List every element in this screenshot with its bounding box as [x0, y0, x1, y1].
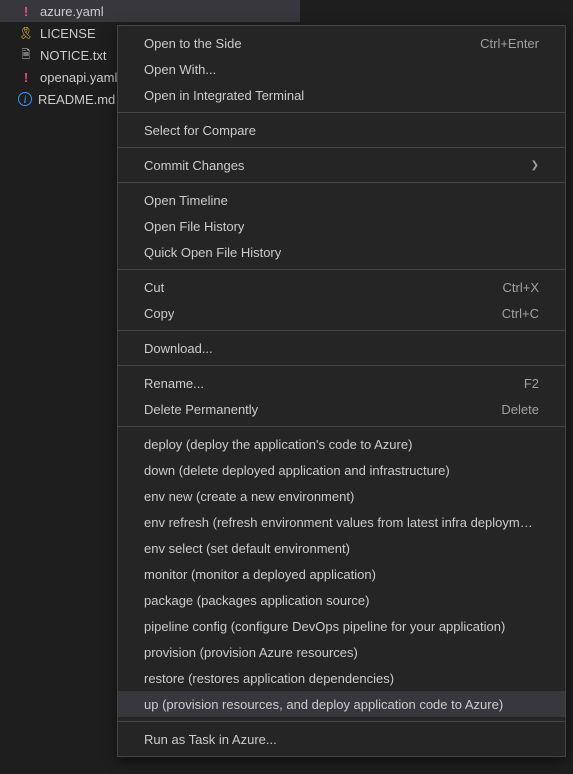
- menu-item-shortcut: Ctrl+Enter: [480, 36, 539, 51]
- menu-item-label: Download...: [144, 341, 213, 356]
- file-label: NOTICE.txt: [40, 48, 106, 63]
- menu-item-monitor-monitor-a[interactable]: monitor (monitor a deployed application): [118, 561, 565, 587]
- yaml-icon: !: [18, 3, 34, 19]
- file-item-azure-yaml[interactable]: ! azure.yaml: [0, 0, 300, 22]
- menu-item-label: monitor (monitor a deployed application): [144, 567, 376, 582]
- menu-separator: [118, 147, 565, 148]
- menu-item-label: pipeline config (configure DevOps pipeli…: [144, 619, 505, 634]
- menu-separator: [118, 182, 565, 183]
- menu-item-label: Run as Task in Azure...: [144, 732, 277, 747]
- menu-item-label: up (provision resources, and deploy appl…: [144, 697, 503, 712]
- menu-item-label: Commit Changes: [144, 158, 244, 173]
- menu-separator: [118, 426, 565, 427]
- menu-item-label: Open With...: [144, 62, 216, 77]
- menu-item-label: down (delete deployed application and in…: [144, 463, 450, 478]
- menu-separator: [118, 330, 565, 331]
- menu-item-package-packages-application[interactable]: package (packages application source): [118, 587, 565, 613]
- menu-item-label: provision (provision Azure resources): [144, 645, 358, 660]
- menu-item-label: Delete Permanently: [144, 402, 258, 417]
- menu-item-label: Select for Compare: [144, 123, 256, 138]
- menu-item-label: Open Timeline: [144, 193, 228, 208]
- menu-item-delete-permanently[interactable]: Delete Permanently Delete: [118, 396, 565, 422]
- menu-item-open-timeline[interactable]: Open Timeline: [118, 187, 565, 213]
- menu-separator: [118, 365, 565, 366]
- menu-item-commit-changes[interactable]: Commit Changes ❯: [118, 152, 565, 178]
- menu-item-shortcut: Ctrl+C: [502, 306, 539, 321]
- menu-item-env-new-create[interactable]: env new (create a new environment): [118, 483, 565, 509]
- menu-item-label: Rename...: [144, 376, 204, 391]
- context-menu: Open to the Side Ctrl+Enter Open With... Op…: [117, 25, 566, 757]
- menu-item-provision-provision-azure[interactable]: provision (provision Azure resources): [118, 639, 565, 665]
- menu-item-open-to-the[interactable]: Open to the Side Ctrl+Enter: [118, 30, 565, 56]
- menu-item-env-select-set[interactable]: env select (set default environment): [118, 535, 565, 561]
- menu-item-label: Open to the Side: [144, 36, 242, 51]
- menu-item-label: Open in Integrated Terminal: [144, 88, 304, 103]
- menu-item-shortcut: F2: [524, 376, 539, 391]
- menu-item-label: restore (restores application dependenci…: [144, 671, 394, 686]
- menu-item-label: Cut: [144, 280, 164, 295]
- menu-separator: [118, 269, 565, 270]
- menu-item-run-as-task[interactable]: Run as Task in Azure...: [118, 726, 565, 752]
- menu-item-open-with[interactable]: Open With...: [118, 56, 565, 82]
- menu-item-shortcut: Ctrl+X: [503, 280, 539, 295]
- chevron-right-icon: ❯: [531, 160, 539, 171]
- menu-item-label: Quick Open File History: [144, 245, 281, 260]
- menu-item-label: deploy (deploy the application's code to…: [144, 437, 412, 452]
- menu-item-label: env refresh (refresh environment values …: [144, 515, 539, 530]
- menu-item-label: package (packages application source): [144, 593, 369, 608]
- file-label: azure.yaml: [40, 4, 104, 19]
- menu-item-down-delete-deployed[interactable]: down (delete deployed application and in…: [118, 457, 565, 483]
- menu-separator: [118, 112, 565, 113]
- menu-item-copy[interactable]: Copy Ctrl+C: [118, 300, 565, 326]
- menu-item-quick-open-file[interactable]: Quick Open File History: [118, 239, 565, 265]
- menu-item-env-refresh-refresh[interactable]: env refresh (refresh environment values …: [118, 509, 565, 535]
- menu-item-up-provision-resources[interactable]: up (provision resources, and deploy appl…: [118, 691, 565, 717]
- menu-item-shortcut: Delete: [501, 402, 539, 417]
- file-label: README.md: [38, 92, 115, 107]
- menu-item-label: Open File History: [144, 219, 244, 234]
- file-label: LICENSE: [40, 26, 96, 41]
- menu-item-restore-restores-application[interactable]: restore (restores application dependenci…: [118, 665, 565, 691]
- menu-item-pipeline-config-configure[interactable]: pipeline config (configure DevOps pipeli…: [118, 613, 565, 639]
- menu-item-download[interactable]: Download...: [118, 335, 565, 361]
- file-label: openapi.yaml: [40, 70, 117, 85]
- info-icon: i: [18, 92, 32, 106]
- menu-separator: [118, 721, 565, 722]
- menu-item-open-file-history[interactable]: Open File History: [118, 213, 565, 239]
- menu-item-rename[interactable]: Rename... F2: [118, 370, 565, 396]
- license-icon: 🎗: [18, 25, 34, 41]
- menu-item-label: env select (set default environment): [144, 541, 350, 556]
- menu-item-label: Copy: [144, 306, 174, 321]
- txt-icon: 🗎: [18, 47, 34, 63]
- menu-item-deploy-deploy-the[interactable]: deploy (deploy the application's code to…: [118, 431, 565, 457]
- yaml-icon: !: [18, 69, 34, 85]
- menu-item-open-in-integrated[interactable]: Open in Integrated Terminal: [118, 82, 565, 108]
- menu-item-cut[interactable]: Cut Ctrl+X: [118, 274, 565, 300]
- menu-item-select-for-compare[interactable]: Select for Compare: [118, 117, 565, 143]
- menu-item-label: env new (create a new environment): [144, 489, 354, 504]
